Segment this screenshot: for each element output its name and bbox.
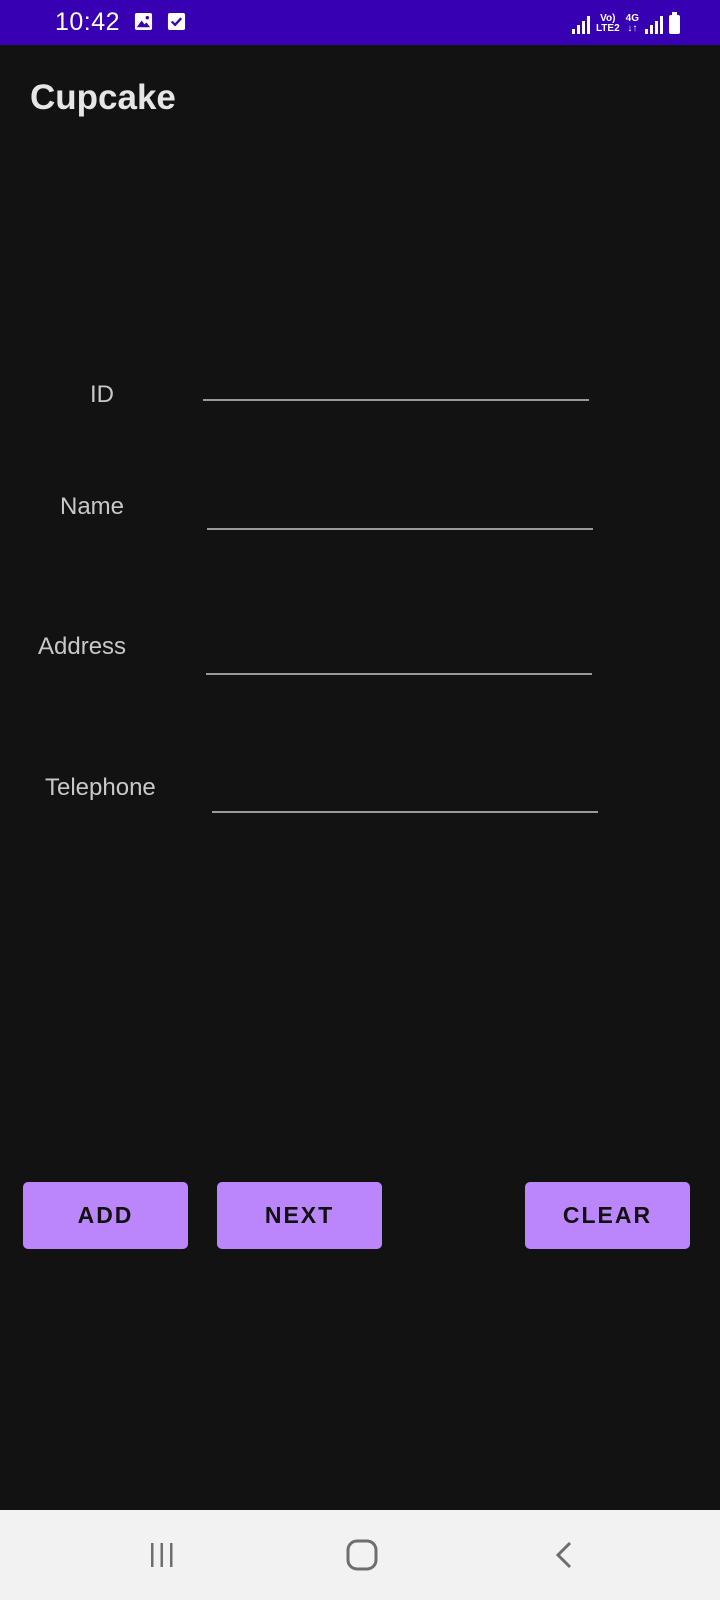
network-type: Vo) LTE2 xyxy=(596,14,620,34)
name-label: Name xyxy=(60,493,125,520)
image-icon xyxy=(134,12,153,31)
clear-button[interactable]: CLEAR xyxy=(525,1182,690,1249)
id-label: ID xyxy=(90,381,114,408)
name-input[interactable] xyxy=(207,500,593,530)
navigation-bar xyxy=(0,1510,720,1600)
id-input[interactable] xyxy=(203,371,589,401)
status-bar: 10:42 Vo) LTE2 4G ↓↑ xyxy=(0,0,720,45)
network-4g: 4G ↓↑ xyxy=(626,14,639,34)
back-icon[interactable] xyxy=(535,1525,595,1585)
home-icon[interactable] xyxy=(332,1525,392,1585)
telephone-label: Telephone xyxy=(45,774,156,801)
address-input[interactable] xyxy=(206,645,592,675)
network-lte: LTE2 xyxy=(595,23,620,34)
address-label: Address xyxy=(38,633,127,660)
status-time: 10:42 xyxy=(55,8,121,36)
app-title: Cupcake xyxy=(30,78,176,117)
status-indicators: Vo) LTE2 4G ↓↑ xyxy=(571,10,680,34)
signal-icon xyxy=(571,16,590,34)
recent-apps-icon[interactable] xyxy=(132,1525,192,1585)
next-button[interactable]: NEXT xyxy=(217,1182,382,1249)
battery-icon xyxy=(669,12,680,34)
telephone-input[interactable] xyxy=(212,783,598,813)
add-button[interactable]: ADD xyxy=(23,1182,188,1249)
check-box-icon xyxy=(167,12,186,31)
signal-icon xyxy=(645,16,663,34)
data-arrows-icon: ↓↑ xyxy=(627,23,638,34)
